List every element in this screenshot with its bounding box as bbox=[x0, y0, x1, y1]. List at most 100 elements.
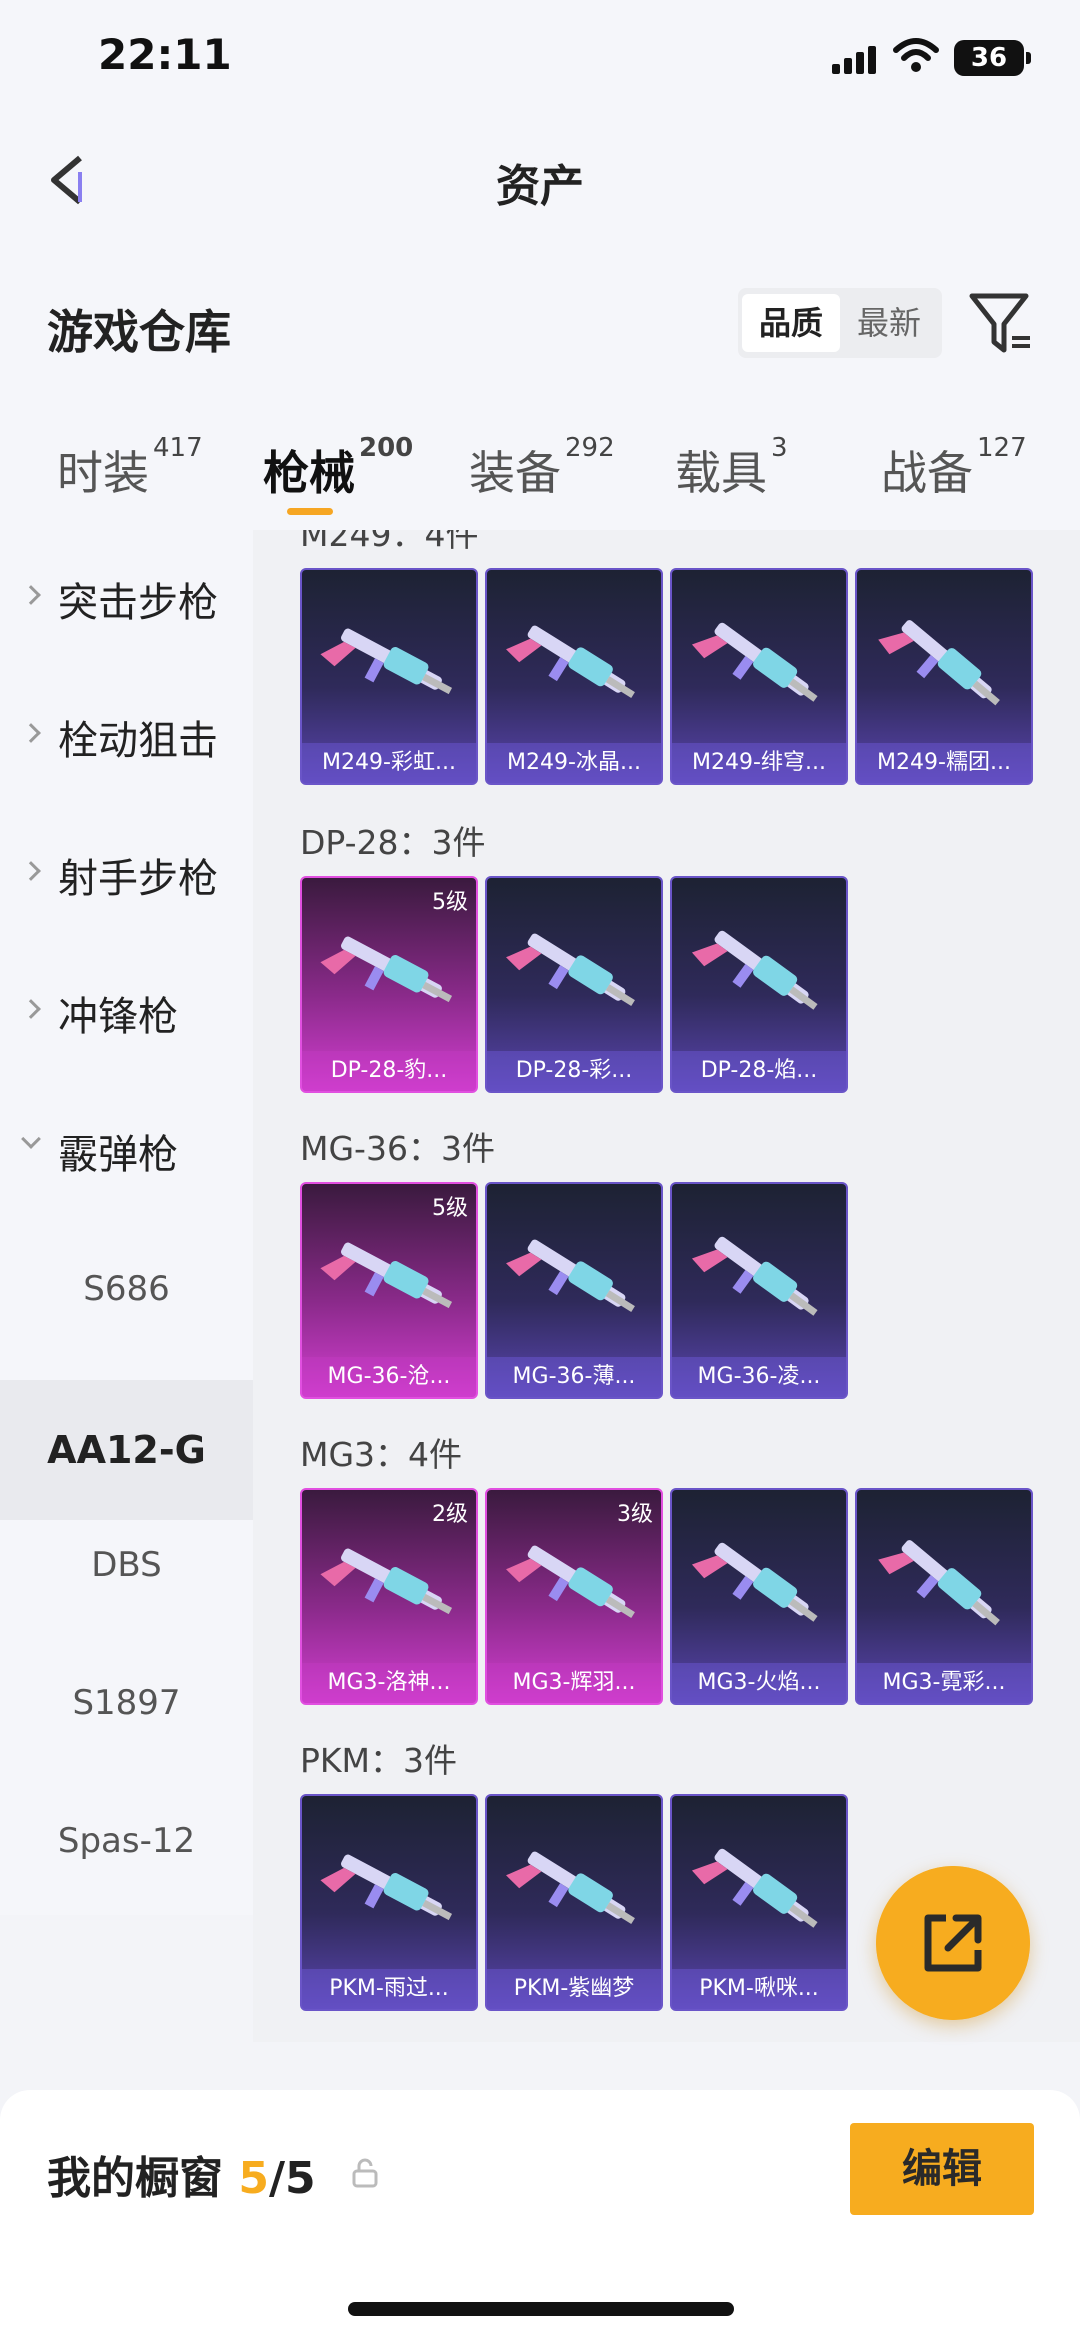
gun-skin-image bbox=[878, 1540, 1000, 1626]
card-name: DP-28-豹... bbox=[302, 1051, 476, 1091]
sidebar-subitem-spas12[interactable]: Spas-12 bbox=[0, 1772, 253, 1910]
card-name: MG-36-薄... bbox=[487, 1357, 661, 1397]
weapon-category-sidebar: 突击步枪 栓动狙击 射手步枪 冲锋枪 霰弹枪 S686 S12K DBS S18… bbox=[0, 530, 253, 1915]
card-name: M249-彩虹... bbox=[302, 743, 476, 783]
gun-skin-image bbox=[691, 1848, 818, 1928]
warehouse-title: 游戏仓库 bbox=[47, 305, 231, 359]
weapon-grid: M249：4件 M249-彩虹... M249-冰晶... M249-绯穹... M24… bbox=[253, 530, 1080, 2042]
showcase-label: 我的橱窗 5/5 bbox=[47, 2153, 316, 2204]
sidebar-item-assault-rifle[interactable]: 突击步枪 bbox=[0, 530, 253, 668]
gun-skin-image bbox=[506, 933, 635, 1007]
chevron-right-icon bbox=[21, 723, 41, 743]
weapon-card[interactable]: MG-36-凌... bbox=[670, 1182, 848, 1399]
chevron-right-icon bbox=[21, 861, 41, 881]
category-tabs: 时装 417 枪械 200 装备 292 载具 3 战备 127 bbox=[0, 405, 1080, 530]
weapon-card[interactable]: PKM-雨过... bbox=[300, 1794, 478, 2011]
weapon-card[interactable]: MG3-火焰... bbox=[670, 1488, 848, 1705]
weapon-card[interactable]: M249-绯穹... bbox=[670, 568, 848, 785]
sort-quality-button[interactable]: 品质 bbox=[742, 294, 840, 352]
gun-skin-image bbox=[691, 1542, 818, 1622]
gun-skin-image bbox=[506, 1545, 635, 1619]
lock-icon bbox=[352, 2158, 378, 2188]
sidebar-item-bolt-sniper[interactable]: 栓动狙击 bbox=[0, 668, 253, 806]
gun-skin-image bbox=[320, 936, 453, 1003]
card-name: M249-冰晶... bbox=[487, 743, 661, 783]
weapon-card[interactable]: M249-冰晶... bbox=[485, 568, 663, 785]
weapon-card[interactable]: DP-28-焰... bbox=[670, 876, 848, 1093]
card-name: M249-绯穹... bbox=[672, 743, 846, 783]
weapon-card[interactable]: M249-糯团... bbox=[855, 568, 1033, 785]
card-name: MG-36-凌... bbox=[672, 1357, 846, 1397]
gun-skin-image bbox=[691, 930, 818, 1010]
card-name: M249-糯团... bbox=[857, 743, 1031, 783]
card-name: MG-36-沧... bbox=[302, 1357, 476, 1397]
gun-skin-image bbox=[691, 1236, 818, 1316]
wifi-icon bbox=[893, 38, 939, 72]
page-title: 资产 bbox=[496, 161, 584, 212]
gun-skin-image bbox=[320, 1242, 453, 1309]
status-time: 22:11 bbox=[98, 30, 232, 79]
nav-bar: 资产 bbox=[0, 120, 1080, 240]
group-title: DP-28：3件 bbox=[300, 823, 486, 862]
card-name: DP-28-焰... bbox=[672, 1051, 846, 1091]
sidebar-item-smg[interactable]: 冲锋枪 bbox=[0, 944, 253, 1082]
card-name: PKM-啾咪... bbox=[672, 1969, 846, 2009]
chevron-right-icon bbox=[21, 999, 41, 1019]
gun-skin-image bbox=[320, 1854, 453, 1921]
group-title: MG-36：3件 bbox=[300, 1129, 495, 1168]
chevron-down-icon bbox=[21, 1129, 41, 1149]
gun-skin-image bbox=[506, 625, 635, 699]
card-name: MG3-霓彩... bbox=[857, 1663, 1031, 1703]
card-level: 5级 bbox=[432, 890, 468, 915]
sidebar-item-marksman-rifle[interactable]: 射手步枪 bbox=[0, 806, 253, 944]
card-name: MG3-火焰... bbox=[672, 1663, 846, 1703]
sidebar-subitem-aa12g[interactable]: AA12-G bbox=[0, 1380, 253, 1520]
card-level: 5级 bbox=[432, 1196, 468, 1221]
weapon-card[interactable]: PKM-紫幽梦 bbox=[485, 1794, 663, 2011]
sidebar-subitem-s686[interactable]: S686 bbox=[0, 1220, 253, 1358]
card-name: PKM-紫幽梦 bbox=[487, 1969, 661, 2009]
tab-vehicles[interactable]: 载具 3 bbox=[675, 433, 788, 503]
warehouse-header: 游戏仓库 品质 最新 bbox=[0, 240, 1080, 405]
weapon-card[interactable]: DP-28-彩... bbox=[485, 876, 663, 1093]
card-name: MG3-辉羽... bbox=[487, 1663, 661, 1703]
gun-skin-image bbox=[506, 1239, 635, 1313]
filter-icon[interactable] bbox=[968, 290, 1034, 356]
weapon-card[interactable]: PKM-啾咪... bbox=[670, 1794, 848, 2011]
cellular-signal-icon bbox=[832, 44, 876, 74]
tab-equipment[interactable]: 装备 292 bbox=[469, 433, 615, 503]
home-indicator bbox=[348, 2302, 734, 2316]
tab-fashion[interactable]: 时装 417 bbox=[57, 433, 203, 503]
weapon-card[interactable]: 2级 MG3-洛神... bbox=[300, 1488, 478, 1705]
group-title: MG3：4件 bbox=[300, 1435, 463, 1474]
card-level: 2级 bbox=[432, 1502, 468, 1527]
group-title: M249：4件 bbox=[300, 530, 479, 554]
gun-skin-image bbox=[506, 1851, 635, 1925]
status-bar: 22:11 36 bbox=[0, 0, 1080, 120]
sidebar-item-shotgun[interactable]: 霰弹枪 bbox=[0, 1082, 253, 1220]
battery-icon: 36 bbox=[954, 40, 1031, 76]
group-title: PKM：3件 bbox=[300, 1741, 458, 1780]
gun-skin-image bbox=[691, 622, 818, 702]
card-level: 3级 bbox=[617, 1502, 653, 1527]
edit-button[interactable]: 编辑 bbox=[850, 2123, 1034, 2215]
weapon-card[interactable]: MG-36-薄... bbox=[485, 1182, 663, 1399]
tab-combat-gear[interactable]: 战备 127 bbox=[881, 433, 1027, 503]
sidebar-subitem-s1897[interactable]: S1897 bbox=[0, 1634, 253, 1772]
card-name: MG3-洛神... bbox=[302, 1663, 476, 1703]
card-name: PKM-雨过... bbox=[302, 1969, 476, 2009]
sort-toggle: 品质 最新 bbox=[738, 288, 942, 358]
gun-skin-image bbox=[320, 1548, 453, 1615]
weapon-card[interactable]: 5级 MG-36-沧... bbox=[300, 1182, 478, 1399]
weapon-card[interactable]: 3级 MG3-辉羽... bbox=[485, 1488, 663, 1705]
tab-guns[interactable]: 枪械 200 bbox=[263, 433, 413, 503]
weapon-card[interactable]: MG3-霓彩... bbox=[855, 1488, 1033, 1705]
active-tab-indicator bbox=[287, 508, 333, 515]
share-export-icon[interactable] bbox=[876, 1866, 1030, 2020]
sort-latest-button[interactable]: 最新 bbox=[840, 294, 938, 352]
weapon-card[interactable]: M249-彩虹... bbox=[300, 568, 478, 785]
gun-skin-image bbox=[878, 620, 1000, 706]
card-name: DP-28-彩... bbox=[487, 1051, 661, 1091]
chevron-right-icon bbox=[21, 585, 41, 605]
weapon-card[interactable]: 5级 DP-28-豹... bbox=[300, 876, 478, 1093]
